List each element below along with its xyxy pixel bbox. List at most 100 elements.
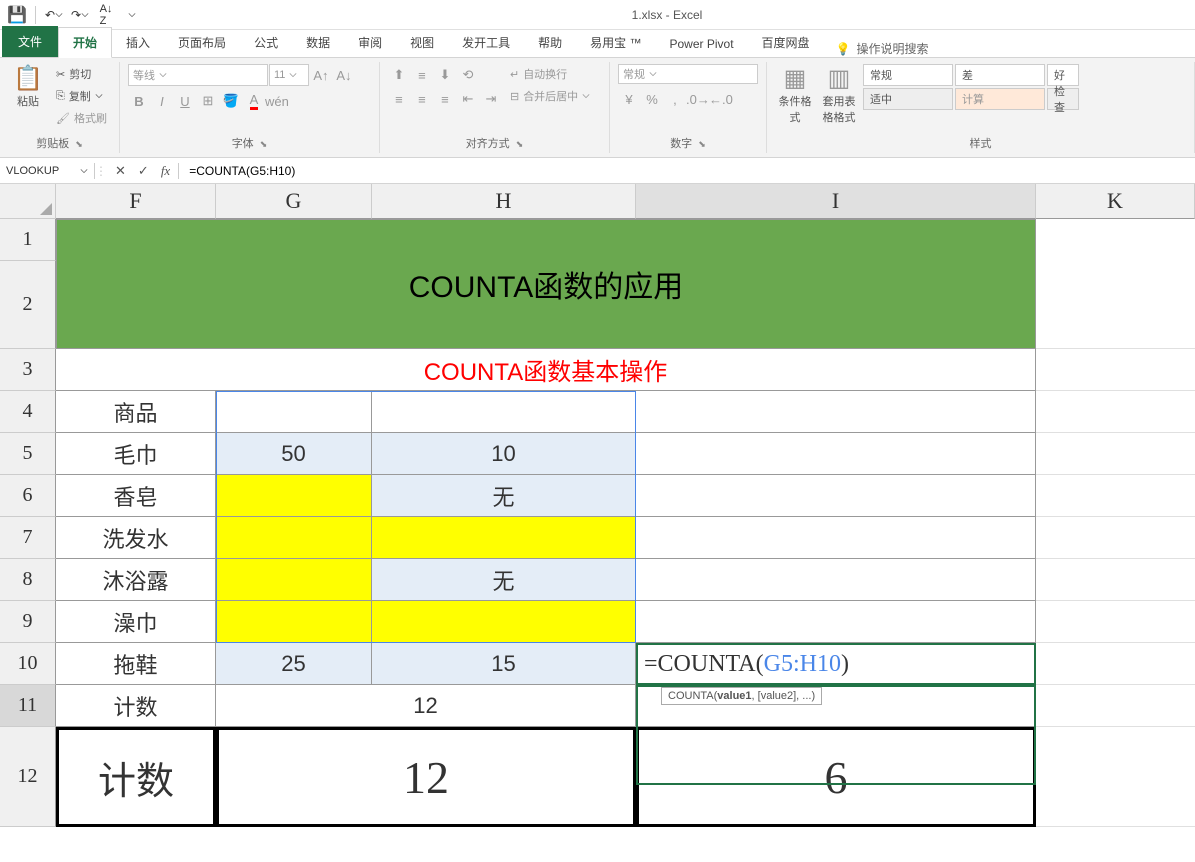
cell-K11[interactable] — [1036, 685, 1195, 727]
fx-button[interactable]: fx — [161, 163, 170, 179]
row-header-10[interactable]: 10 — [0, 643, 56, 685]
cell-F5[interactable]: 毛巾 — [56, 433, 216, 475]
cell-G6[interactable] — [216, 475, 372, 517]
cancel-button[interactable]: ✕ — [115, 163, 126, 179]
cell-H7[interactable] — [372, 517, 636, 559]
cell-K7[interactable] — [1036, 517, 1195, 559]
cell-F4[interactable]: 商品 — [56, 391, 216, 433]
row-header-11[interactable]: 11 — [0, 685, 56, 727]
undo-button[interactable]: ↶ — [42, 3, 66, 27]
sort-button[interactable]: A↓Z — [94, 3, 118, 27]
format-painter-button[interactable]: 🖌格式刷 — [52, 108, 111, 128]
dialog-launcher[interactable]: ⬊ — [75, 139, 83, 149]
cell-I8[interactable] — [636, 559, 1036, 601]
style-check[interactable]: 检查 — [1047, 88, 1079, 110]
name-box[interactable]: VLOOKUP — [0, 163, 95, 179]
merge-center-button[interactable]: ⊟合并后居中 — [506, 86, 594, 106]
cell-F10[interactable]: 拖鞋 — [56, 643, 216, 685]
tell-me-search[interactable]: 💡 操作说明搜索 — [824, 40, 941, 57]
cell-H10[interactable]: 15 — [372, 643, 636, 685]
cell-GH12-merged[interactable]: 12 — [216, 727, 636, 827]
tab-file[interactable]: 文件 — [2, 26, 58, 57]
cell-G5[interactable]: 50 — [216, 433, 372, 475]
tab-yiyongbao[interactable]: 易用宝 ™ — [576, 28, 655, 57]
cut-button[interactable]: ✂剪切 — [52, 64, 111, 84]
number-format-combo[interactable]: 常规 — [618, 64, 758, 84]
cell-GH11-merged[interactable]: 12 — [216, 685, 636, 727]
col-header-K[interactable]: K — [1036, 184, 1195, 219]
cell-G7[interactable] — [216, 517, 372, 559]
cell-H5[interactable]: 10 — [372, 433, 636, 475]
cell-K9[interactable] — [1036, 601, 1195, 643]
increase-decimal-button[interactable]: .0→ — [687, 88, 709, 110]
cell-K4[interactable] — [1036, 391, 1195, 433]
wrap-text-button[interactable]: ↵自动换行 — [506, 64, 594, 84]
align-middle-button[interactable]: ≡ — [411, 64, 433, 86]
row-header-12[interactable]: 12 — [0, 727, 56, 827]
dialog-launcher[interactable]: ⬊ — [516, 139, 524, 149]
style-normal[interactable]: 常规 — [863, 64, 953, 86]
cell-I7[interactable] — [636, 517, 1036, 559]
cell-K5[interactable] — [1036, 433, 1195, 475]
row-header-6[interactable]: 6 — [0, 475, 56, 517]
phonetic-button[interactable]: wén — [266, 90, 288, 112]
tab-data[interactable]: 数据 — [292, 28, 344, 57]
qat-customize[interactable] — [120, 3, 144, 27]
increase-indent-button[interactable]: ⇥ — [480, 88, 502, 110]
tab-baidu[interactable]: 百度网盘 — [748, 28, 824, 57]
border-button[interactable]: ⊞ — [197, 90, 219, 112]
cell-K10[interactable] — [1036, 643, 1195, 685]
row-header-7[interactable]: 7 — [0, 517, 56, 559]
cell-F9[interactable]: 澡巾 — [56, 601, 216, 643]
tab-developer[interactable]: 发开工具 — [448, 28, 524, 57]
orientation-button[interactable]: ⟲ — [457, 64, 479, 86]
tab-help[interactable]: 帮助 — [524, 28, 576, 57]
style-moderate[interactable]: 适中 — [863, 88, 953, 110]
dialog-launcher[interactable]: ⬊ — [260, 139, 268, 149]
row-header-1[interactable]: 1 — [0, 219, 56, 261]
align-right-button[interactable]: ≡ — [434, 88, 456, 110]
row-header-4[interactable]: 4 — [0, 391, 56, 433]
copy-button[interactable]: ⎘复制 — [52, 86, 111, 106]
tab-view[interactable]: 视图 — [396, 28, 448, 57]
cell-H6[interactable]: 无 — [372, 475, 636, 517]
row-header-8[interactable]: 8 — [0, 559, 56, 601]
cell-I6[interactable] — [636, 475, 1036, 517]
cell-K6[interactable] — [1036, 475, 1195, 517]
formula-input[interactable] — [179, 162, 1195, 180]
enter-button[interactable]: ✓ — [138, 163, 149, 179]
dialog-launcher[interactable]: ⬊ — [698, 139, 706, 149]
row-header-3[interactable]: 3 — [0, 349, 56, 391]
font-color-button[interactable]: A — [243, 90, 265, 112]
cell-I5[interactable] — [636, 433, 1036, 475]
cell-title-merged[interactable]: COUNTA函数的应用 — [56, 219, 1036, 349]
decrease-font-button[interactable]: A↓ — [333, 64, 355, 86]
cell-I4[interactable] — [636, 391, 1036, 433]
cell-H8[interactable]: 无 — [372, 559, 636, 601]
tab-insert[interactable]: 插入 — [112, 28, 164, 57]
align-top-button[interactable]: ⬆ — [388, 64, 410, 86]
cell-F11[interactable]: 计数 — [56, 685, 216, 727]
increase-font-button[interactable]: A↑ — [310, 64, 332, 86]
percent-button[interactable]: % — [641, 88, 663, 110]
style-calc[interactable]: 计算 — [955, 88, 1045, 110]
row-header-9[interactable]: 9 — [0, 601, 56, 643]
cell-I12[interactable]: 6 — [636, 727, 1036, 827]
decrease-indent-button[interactable]: ⇤ — [457, 88, 479, 110]
fill-color-button[interactable]: 🪣 — [220, 90, 242, 112]
cell-I9[interactable] — [636, 601, 1036, 643]
cell-subtitle-merged[interactable]: COUNTA函数基本操作 — [56, 349, 1036, 391]
cell-K3[interactable] — [1036, 349, 1195, 391]
cell-K12[interactable] — [1036, 727, 1195, 827]
row-header-5[interactable]: 5 — [0, 433, 56, 475]
cell-H4[interactable] — [372, 391, 636, 433]
italic-button[interactable]: I — [151, 90, 173, 112]
tab-page-layout[interactable]: 页面布局 — [164, 28, 240, 57]
active-cell-editor[interactable]: =COUNTA(G5:H10) — [636, 643, 1036, 685]
cell-G8[interactable] — [216, 559, 372, 601]
cell-F7[interactable]: 洗发水 — [56, 517, 216, 559]
comma-button[interactable]: , — [664, 88, 686, 110]
cell-K1[interactable] — [1036, 219, 1195, 349]
currency-button[interactable]: ¥ — [618, 88, 640, 110]
col-header-F[interactable]: F — [56, 184, 216, 219]
